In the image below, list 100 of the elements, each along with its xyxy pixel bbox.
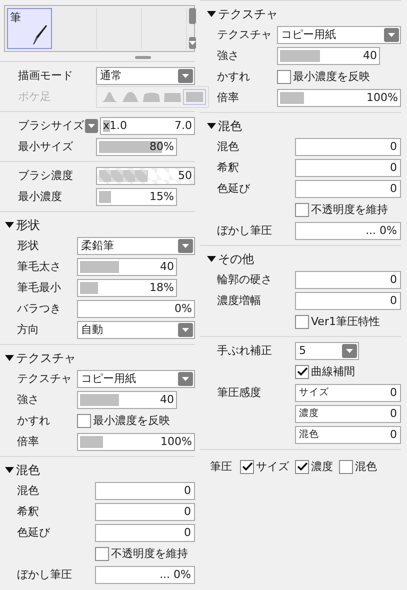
slider-field[interactable]: x1.0 7.0: [100, 116, 195, 134]
checkbox[interactable]: [295, 460, 309, 474]
scroll-down-button[interactable]: [189, 37, 196, 49]
splitter-handle[interactable]: [134, 56, 150, 59]
number-field[interactable]: ... 0%: [95, 566, 195, 584]
row-label: 濃度増幅: [217, 294, 261, 307]
number-field[interactable]: 0: [295, 158, 401, 176]
checkbox[interactable]: [95, 546, 109, 560]
pen-icon: [32, 24, 48, 46]
caret-icon: [5, 355, 14, 361]
slider-field[interactable]: 0%: [77, 300, 195, 318]
caret-icon: [207, 123, 216, 129]
row-label: 色延び: [217, 182, 250, 195]
dropdown[interactable]: コピー用紙: [77, 370, 195, 388]
number-field[interactable]: 0: [95, 502, 195, 520]
row-label: かすれ: [217, 70, 250, 83]
number-field[interactable]: 0: [95, 482, 195, 500]
dropdown[interactable]: 通常: [96, 66, 195, 84]
slider-field[interactable]: 15%: [96, 188, 177, 206]
checkbox[interactable]: [295, 364, 309, 378]
scroll-thumb[interactable]: [189, 8, 196, 24]
row-label: 色延び: [17, 526, 50, 539]
caret-icon: [346, 348, 353, 352]
checkmark-icon: [296, 462, 308, 471]
row-label: バラつき: [17, 302, 61, 315]
row-label: 強さ: [217, 49, 239, 62]
section-header[interactable]: 形状: [0, 215, 195, 235]
dropdown[interactable]: 柔鉛筆: [77, 236, 195, 254]
dropdown[interactable]: コピー用紙: [277, 26, 401, 44]
row-label: 筆圧感度: [217, 386, 261, 399]
checkbox-label: サイズ: [256, 459, 289, 474]
row-label: ブラシ濃度: [18, 169, 73, 182]
checkbox-label: 不透明度を維持: [111, 546, 188, 561]
falloff-curve-icon: [101, 92, 118, 102]
checkbox[interactable]: [295, 314, 309, 328]
section-header[interactable]: テクスチャ: [200, 4, 401, 24]
checkbox[interactable]: [339, 460, 353, 474]
row-label: ぼかし筆圧: [17, 568, 72, 581]
number-field[interactable]: 0: [95, 524, 195, 542]
row-label: 混色: [17, 484, 39, 497]
caret-icon: [182, 328, 189, 332]
caret-icon: [189, 41, 196, 45]
slider-field[interactable]: 50: [96, 166, 195, 184]
number-field[interactable]: 0: [295, 292, 401, 310]
brush-tile[interactable]: 筆: [7, 8, 52, 49]
dropdown[interactable]: 自動: [77, 320, 195, 338]
caret-icon: [5, 222, 14, 228]
checkbox[interactable]: [277, 70, 291, 84]
slider-field[interactable]: 100%: [277, 88, 401, 106]
number-field[interactable]: 0: [295, 270, 401, 288]
row-label: 方向: [17, 323, 39, 336]
caret-icon: [88, 124, 95, 128]
falloff-curve-icon: [122, 92, 139, 102]
falloff-curve-icon: [164, 92, 181, 102]
number-field[interactable]: サイズ 0: [295, 384, 401, 402]
checkmark-icon: [242, 462, 252, 471]
section-header[interactable]: 混色: [0, 460, 195, 480]
slider-field[interactable]: 80%: [96, 138, 177, 156]
number-field[interactable]: 0: [295, 138, 401, 156]
section-header[interactable]: 混色: [200, 116, 401, 136]
dropdown-button[interactable]: [85, 118, 98, 132]
checkbox[interactable]: [295, 202, 309, 216]
slider-field[interactable]: 100%: [77, 432, 195, 450]
row-label: 筆毛太さ: [17, 260, 61, 273]
section-header[interactable]: その他: [200, 249, 401, 269]
slider-field[interactable]: 40: [277, 46, 380, 64]
row-label: 最小サイズ: [18, 140, 73, 153]
checkbox[interactable]: [77, 414, 91, 428]
falloff-curve-icon: [186, 92, 203, 102]
dropdown[interactable]: 5: [295, 342, 359, 360]
checkbox-label: 曲線補間: [311, 364, 355, 379]
number-field[interactable]: 混色 0: [295, 426, 401, 444]
row-label: ブラシサイズ: [18, 119, 84, 132]
checkbox-label: 濃度: [311, 459, 333, 474]
row-label: 描画モード: [18, 69, 73, 82]
row-label: 手ぶれ補正: [217, 344, 272, 357]
slider-field[interactable]: 40: [77, 258, 177, 276]
slider-field[interactable]: 40: [77, 390, 177, 408]
row-label: 希釈: [17, 505, 39, 518]
slider-field[interactable]: 18%: [77, 278, 177, 296]
row-label: ぼかし筆圧: [217, 224, 272, 237]
number-field[interactable]: ... 0%: [295, 222, 401, 240]
number-field[interactable]: 0: [295, 180, 401, 198]
row-label: 筆圧: [210, 459, 232, 474]
row-label: 倍率: [17, 435, 39, 448]
caret-icon: [207, 256, 216, 262]
row-label: かすれ: [17, 414, 50, 427]
row-label: 強さ: [17, 393, 39, 406]
checkbox-label: 不透明度を維持: [311, 202, 388, 217]
caret-icon: [207, 11, 216, 17]
checkbox-label: 混色: [355, 459, 377, 474]
row-label: 輪郭の硬さ: [217, 273, 272, 286]
checkbox[interactable]: [240, 460, 254, 474]
row-label: 希釈: [217, 161, 239, 174]
number-field[interactable]: 濃度 0: [295, 404, 401, 422]
checkbox-label: 最小濃度を反映: [293, 69, 370, 84]
caret-icon: [182, 74, 189, 78]
checkmark-icon: [296, 367, 308, 376]
section-header[interactable]: テクスチャ: [0, 348, 195, 368]
checkbox-label: 最小濃度を反映: [93, 413, 170, 428]
